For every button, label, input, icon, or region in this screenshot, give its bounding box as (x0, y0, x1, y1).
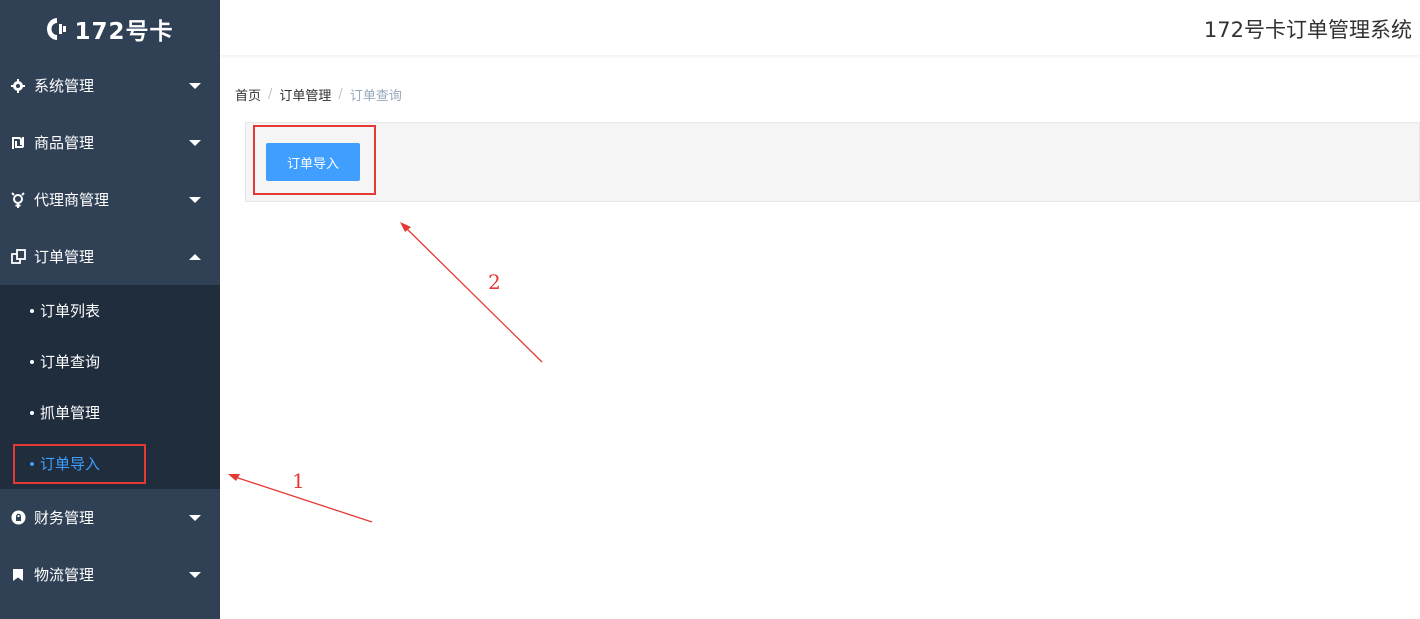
logo-text: 172号卡 (74, 18, 174, 45)
chevron-down-icon (189, 196, 201, 203)
annotation-label-1: 1 (292, 469, 305, 493)
sidebar-item-label: 财务管理 (34, 509, 95, 527)
chevron-down-icon (189, 139, 201, 146)
submenu-item-order-query[interactable]: 订单查询 (0, 336, 220, 387)
bullet-icon (30, 308, 34, 313)
chevron-down-icon (189, 82, 201, 89)
breadcrumb-orders[interactable]: 订单管理 (279, 85, 331, 104)
sidebar-item-label: 系统管理 (34, 77, 95, 95)
bullet-icon (30, 359, 34, 364)
breadcrumb-separator: / (268, 87, 273, 102)
sidebar: 172号卡 系统管理 商品管理 代理商管理 订单管理 订单列表 订单查询 抓单管… (0, 0, 220, 619)
submenu-item-order-list[interactable]: 订单列表 (0, 285, 220, 336)
sidebar-item-label: 订单管理 (34, 248, 95, 266)
submenu-item-grab-orders[interactable]: 抓单管理 (0, 387, 220, 438)
gear-icon (10, 78, 26, 94)
annotation-label-2: 2 (488, 270, 501, 294)
sidebar-item-orders[interactable]: 订单管理 (0, 228, 220, 285)
submenu-item-label: 订单列表 (40, 302, 101, 320)
lock-icon (10, 510, 26, 526)
toolbar-panel (245, 122, 1420, 202)
annotation-arrowhead-2 (400, 222, 411, 232)
breadcrumb-home[interactable]: 首页 (235, 85, 261, 104)
sidebar-item-agents[interactable]: 代理商管理 (0, 171, 220, 228)
app-root: 172号卡 系统管理 商品管理 代理商管理 订单管理 订单列表 订单查询 抓单管… (0, 0, 1420, 619)
submenu-item-label: 抓单管理 (40, 404, 101, 422)
sidebar-item-system[interactable]: 系统管理 (0, 57, 220, 114)
annotation-highlight-button (253, 125, 376, 195)
breadcrumb: 首页 / 订单管理 / 订单查询 (235, 85, 402, 104)
chevron-down-icon (189, 571, 201, 578)
annotation-arrow-2 (403, 225, 543, 363)
copy-icon (10, 249, 26, 265)
bullet-icon (30, 410, 34, 415)
sidebar-item-label: 代理商管理 (34, 191, 110, 209)
submenu-item-label: 订单查询 (40, 353, 101, 371)
annotation-highlight-menu (13, 444, 146, 484)
sidebar-item-label: 物流管理 (34, 566, 95, 584)
shekel-icon (10, 135, 26, 151)
gender-icon (10, 191, 26, 208)
breadcrumb-separator: / (338, 87, 343, 102)
sidebar-item-finance[interactable]: 财务管理 (0, 489, 220, 546)
system-title: 172号卡订单管理系统 (1203, 18, 1412, 42)
sidebar-item-logistics[interactable]: 物流管理 (0, 546, 220, 603)
bookmark-icon (10, 567, 26, 583)
sidebar-item-label: 商品管理 (34, 134, 95, 152)
chevron-down-icon (189, 514, 201, 521)
chevron-up-icon (189, 253, 201, 260)
logo[interactable]: 172号卡 (0, 0, 220, 57)
annotation-arrowhead-1 (228, 474, 240, 481)
top-header: 172号卡订单管理系统 (220, 0, 1420, 55)
logo-icon (46, 16, 68, 42)
sidebar-item-products[interactable]: 商品管理 (0, 114, 220, 171)
breadcrumb-current: 订单查询 (349, 89, 402, 104)
